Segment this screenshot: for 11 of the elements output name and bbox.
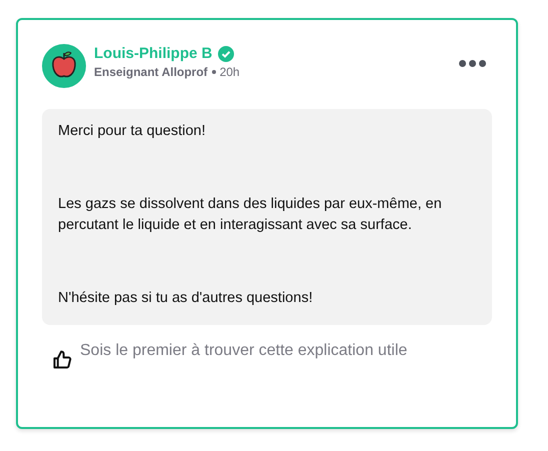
answer-paragraph: Les gazs se dissolvent dans des liquides par eux-même, en percutant le liquide et en interagissant avec sa surface. — [58, 195, 443, 235]
author-name[interactable]: Louis-Philippe B — [94, 44, 212, 64]
post-time: 20h — [220, 64, 240, 80]
answer-paragraph: Merci pour ta question! — [58, 122, 206, 141]
apple-avatar-icon — [42, 44, 86, 88]
like-prompt: Sois le premier à trouver cette explication utile — [80, 341, 408, 361]
more-options-button[interactable] — [457, 58, 488, 69]
answer-paragraph: N'hésite pas si tu as d'autres questions! — [58, 289, 314, 308]
thumbs-up-icon[interactable] — [52, 350, 72, 370]
author-role: Enseignant Alloprof — [94, 64, 208, 80]
separator-dot-icon — [212, 70, 216, 74]
